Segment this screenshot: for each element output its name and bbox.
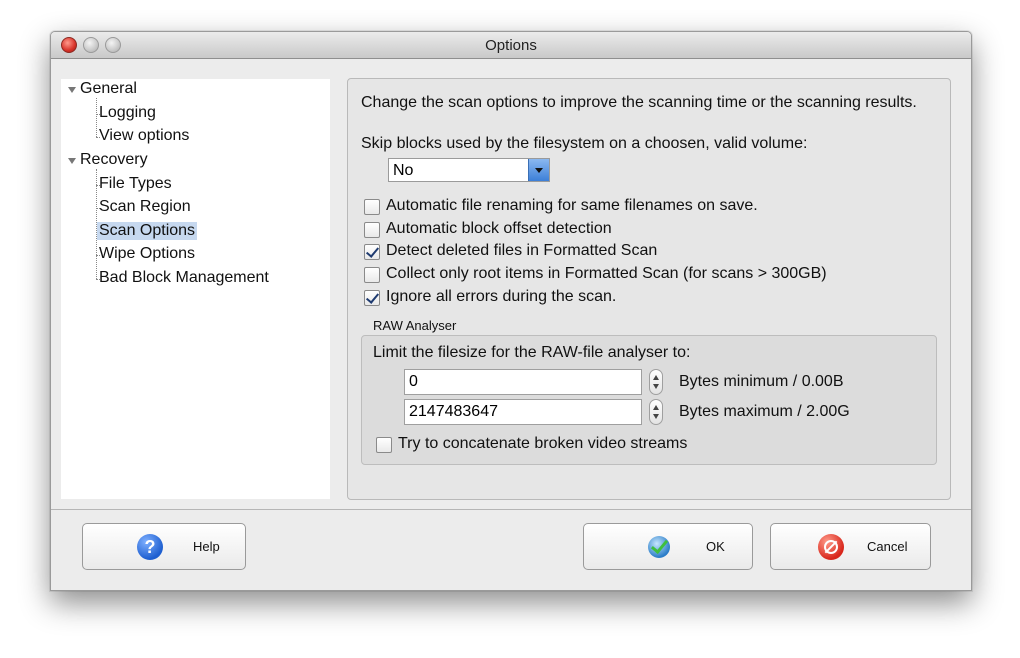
checkbox-box[interactable] <box>364 199 380 215</box>
cancel-button[interactable]: Cancel <box>770 523 931 570</box>
tree-item-scan-options[interactable]: Scan Options <box>97 222 198 240</box>
checkbox-label[interactable]: Try to concatenate broken video streams <box>398 435 687 453</box>
cancel-icon <box>818 534 844 560</box>
checkbox-box[interactable] <box>364 222 380 238</box>
panel-description: Change the scan options to improve the s… <box>361 94 917 111</box>
help-icon: ? <box>137 534 163 560</box>
checkbox-label[interactable]: Automatic block offset detection <box>386 220 612 238</box>
tree-item-recovery[interactable]: Recovery <box>80 151 148 169</box>
checkbox-box[interactable] <box>376 437 392 453</box>
dropdown-arrow-icon[interactable] <box>528 159 549 181</box>
checkbox-box[interactable] <box>364 244 380 260</box>
tree-item-logging[interactable]: Logging <box>99 104 156 122</box>
scan-options-panel: Change the scan options to improve the s… <box>347 78 951 500</box>
checkbox-label[interactable]: Automatic file renaming for same filenam… <box>386 197 758 215</box>
min-bytes-input[interactable]: 0 <box>404 369 642 395</box>
checkbox-label[interactable]: Detect deleted files in Formatted Scan <box>386 242 657 260</box>
raw-analyser-group: Limit the filesize for the RAW-file anal… <box>361 335 937 465</box>
options-tree: General Logging View options Recovery Fi… <box>61 79 330 499</box>
tree-item-wipe-options[interactable]: Wipe Options <box>99 245 195 263</box>
checkbox-label[interactable]: Collect only root items in Formatted Sca… <box>386 265 827 283</box>
ok-button[interactable]: OK <box>583 523 753 570</box>
tree-item-general[interactable]: General <box>80 80 137 98</box>
checkbox-box[interactable] <box>364 290 380 306</box>
min-bytes-stepper[interactable] <box>649 369 663 395</box>
min-bytes-label: Bytes minimum / 0.00B <box>679 373 844 390</box>
tree-item-file-types[interactable]: File Types <box>99 175 172 193</box>
skip-blocks-label: Skip blocks used by the filesystem on a … <box>361 135 808 152</box>
checkbox-label[interactable]: Ignore all errors during the scan. <box>386 288 616 306</box>
tree-item-bad-block-management[interactable]: Bad Block Management <box>99 269 269 287</box>
ok-button-label: OK <box>706 539 725 554</box>
tree-item-view-options[interactable]: View options <box>99 127 189 145</box>
tree-connector <box>96 98 97 137</box>
help-button[interactable]: ? Help <box>82 523 246 570</box>
max-bytes-stepper[interactable] <box>649 399 663 425</box>
raw-analyser-title: RAW Analyser <box>373 318 457 333</box>
tree-item-scan-region[interactable]: Scan Region <box>99 198 191 216</box>
bottom-separator <box>51 509 971 510</box>
help-button-label: Help <box>193 539 220 554</box>
cancel-button-label: Cancel <box>867 539 908 554</box>
max-bytes-input[interactable]: 2147483647 <box>404 399 642 425</box>
window-title: Options <box>485 37 537 54</box>
title-bar[interactable]: Options <box>51 32 971 59</box>
max-bytes-label: Bytes maximum / 2.00G <box>679 403 850 420</box>
options-window: Options General Logging View options Rec… <box>50 31 972 591</box>
expand-triangle-icon[interactable] <box>68 87 76 93</box>
expand-triangle-icon[interactable] <box>68 158 76 164</box>
checkbox-box[interactable] <box>364 267 380 283</box>
filesize-limit-label: Limit the filesize for the RAW-file anal… <box>373 344 691 361</box>
skip-blocks-select[interactable]: No <box>388 158 550 182</box>
ok-check-icon <box>648 536 670 558</box>
skip-blocks-value: No <box>393 162 414 179</box>
